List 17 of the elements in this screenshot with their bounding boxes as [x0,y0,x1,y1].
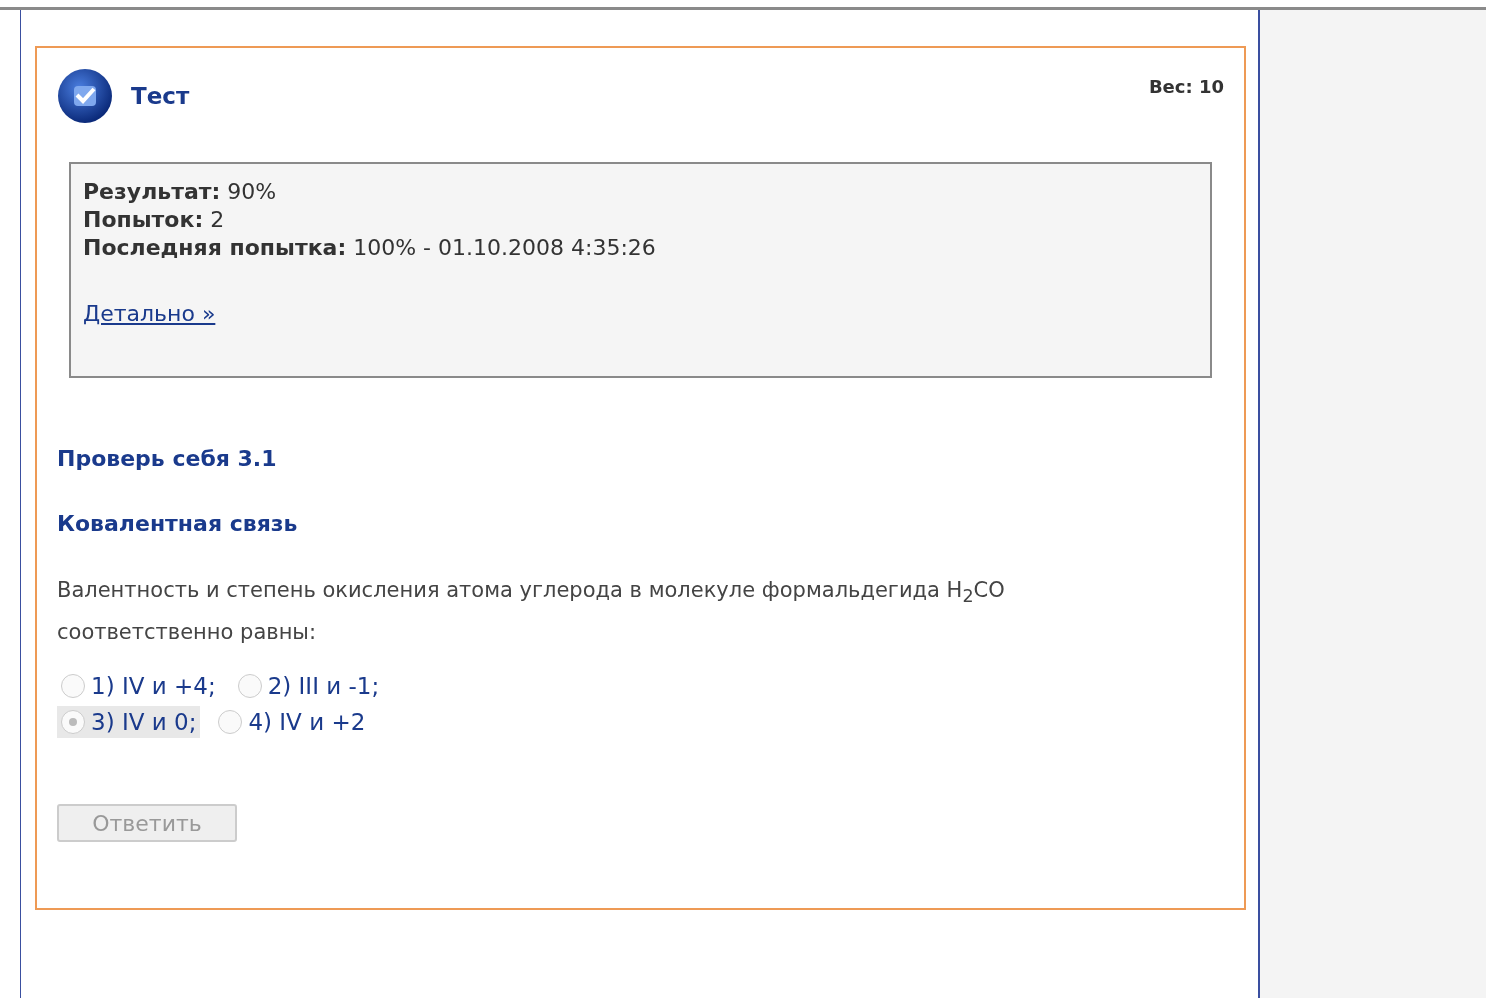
result-label: Попыток: [83,207,204,232]
answer-option[interactable]: 4) IV и +2 [214,706,370,739]
answer-option[interactable]: 1) IV и +4; [57,670,220,703]
result-value: 2 [210,207,225,232]
details-link[interactable]: Детально » [83,300,216,328]
result-label: Результат: [83,179,221,204]
section-title: Проверь себя 3.1 [57,446,278,471]
topic-title: Ковалентная связь [57,511,299,536]
result-label: Последняя попытка: [83,235,347,260]
answer-option[interactable]: 2) III и -1; [233,670,384,703]
result-value: 90% [227,179,277,204]
result-value: 100% - 01.10.2008 4:35:26 [353,235,656,260]
answer-option[interactable]: 3) IV и 0; [57,706,201,739]
question-text: Валентность и степень окисления атома углерода в молекуле формальдегида H$_{2}$CO соответственно равны: [57,577,1006,647]
weight-label: Вес: 10 [1148,76,1224,97]
check-icon [57,68,113,124]
card-title: Тест [131,83,190,109]
